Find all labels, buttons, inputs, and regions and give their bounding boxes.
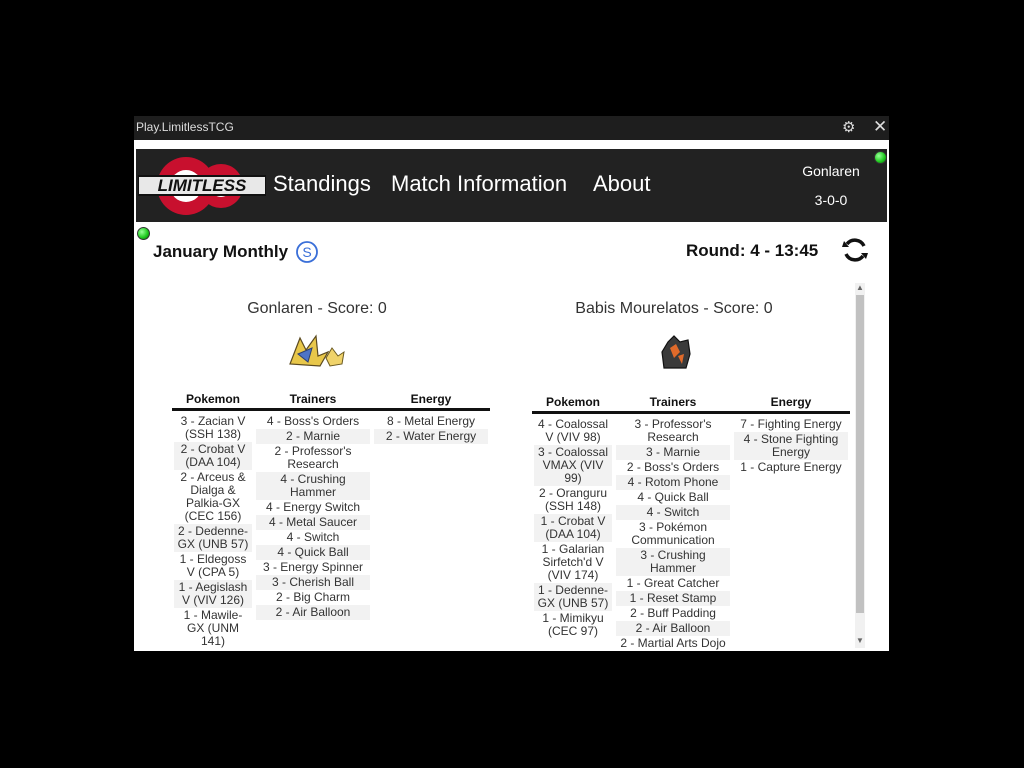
nav-match-information[interactable]: Match Information xyxy=(391,171,567,197)
user-record: 3-0-0 xyxy=(814,192,848,208)
trainers-list: 4 - Boss's Orders 2 - Marnie 2 - Professor… xyxy=(254,414,372,620)
decklist-card-row: 2 - Professor's Research xyxy=(274,444,352,471)
decklist-card-row: 2 - Water Energy xyxy=(374,429,488,444)
decklist-card-row: 2 - Dedenne-GX (UNB 57) xyxy=(174,524,252,552)
decklist-card-row: 4 - Metal Saucer xyxy=(256,515,370,530)
decklist-card-row: 1 - Dedenne-GX (UNB 57) xyxy=(534,583,612,611)
energy-list: 8 - Metal Energy 2 - Water Energy xyxy=(372,414,490,444)
decklist-card-row: 4 - Quick Ball xyxy=(256,545,370,560)
decklist-card-row: 1 - Mimikyu (CEC 97) xyxy=(542,611,604,638)
decklist-card-row: 2 - Marnie xyxy=(256,429,370,444)
decklist-card-row: 2 - Oranguru (SSH 148) xyxy=(538,486,608,513)
decklist-card-row: 4 - Crushing Hammer xyxy=(256,472,370,500)
decklist-card-row: 4 - Stone Fighting Energy xyxy=(734,432,848,460)
decklist-card-row: 1 - Capture Energy xyxy=(740,460,842,474)
trainers-header: Trainers xyxy=(614,393,732,414)
swiss-format-icon: S xyxy=(296,241,318,263)
scrollbar-thumb[interactable] xyxy=(856,295,864,613)
gear-icon[interactable]: ⚙ xyxy=(842,118,855,136)
decklist-card-row: 1 - Galarian Sirfetch'd V (VIV 174) xyxy=(541,542,605,582)
online-status-indicator xyxy=(874,151,887,164)
site-header: LIMITLESS Standings Match Information Ab… xyxy=(136,149,887,222)
decklist-card-row: 4 - Coalossal V (VIV 98) xyxy=(537,417,609,444)
decklist-card-row: 4 - Switch xyxy=(616,505,730,520)
energy-list: 7 - Fighting Energy 4 - Stone Fighting En… xyxy=(732,417,850,475)
decklist-card-row: 3 - Professor's Research xyxy=(634,417,712,444)
decklist-card-row: 1 - Aegislash V (VIV 126) xyxy=(174,580,252,608)
pokemon-list: 3 - Zacian V (SSH 138) 2 - Crobat V (DAA … xyxy=(172,414,254,649)
decklist-card-row: 4 - Quick Ball xyxy=(637,490,709,504)
decklist-card-row: 3 - Cherish Ball xyxy=(256,575,370,590)
svg-text:S: S xyxy=(302,244,311,260)
svg-text:LIMITLESS: LIMITLESS xyxy=(158,176,247,195)
title-strip xyxy=(134,140,889,144)
pokemon-header: Pokemon xyxy=(532,393,614,414)
close-icon[interactable]: ✕ xyxy=(873,117,887,137)
scroll-down-arrow-icon[interactable]: ▼ xyxy=(856,636,864,645)
player-2-deck-icon xyxy=(661,335,691,369)
tournament-name: January Monthly xyxy=(153,242,289,261)
refresh-icon[interactable] xyxy=(840,235,870,265)
decklist-card-row: 4 - Rotom Phone xyxy=(616,475,730,490)
connection-status-indicator xyxy=(137,227,150,240)
decklist-card-row: 3 - Crushing Hammer xyxy=(616,548,730,576)
decklist-card-row: 3 - Zacian V (SSH 138) xyxy=(180,414,246,441)
player-2-decklist: Pokemon 4 - Coalossal V (VIV 98) 3 - Coal… xyxy=(532,393,850,651)
user-name: Gonlaren xyxy=(802,163,860,179)
decklist-card-row: 2 - Arceus & Dialga & Palkia-GX (CEC 156… xyxy=(180,470,246,523)
decklist-card-row: 1 - Crobat V (DAA 104) xyxy=(534,514,612,542)
decklist-card-row: 8 - Metal Energy xyxy=(386,414,476,428)
decklist-card-row: 1 - Reset Stamp xyxy=(616,591,730,606)
decklist-card-row: 2 - Martial Arts Dojo xyxy=(620,636,726,650)
decklist-card-row: 2 - Buff Padding xyxy=(630,606,716,620)
decklist-card-row: 1 - Eldegoss V (CPA 5) xyxy=(179,552,247,579)
limitless-logo[interactable]: LIMITLESS xyxy=(138,155,266,217)
trainers-list: 3 - Professor's Research 3 - Marnie 2 - Bo… xyxy=(614,417,732,651)
decklist-card-row: 1 - Mawile-GX (UNM 141) xyxy=(183,608,243,648)
round-timer: Round: 4 - 13:45 xyxy=(686,241,819,260)
decklist-card-row: 3 - Energy Spinner xyxy=(262,560,364,574)
decklist-card-row: 2 - Big Charm xyxy=(275,590,351,604)
player-1-decklist: Pokemon 3 - Zacian V (SSH 138) 2 - Crobat… xyxy=(172,390,490,649)
decklist-card-row: 4 - Boss's Orders xyxy=(266,414,360,428)
player-2-score: Babis Mourelatos - Score: 0 xyxy=(575,300,773,317)
nav-about[interactable]: About xyxy=(593,171,651,197)
pokemon-list: 4 - Coalossal V (VIV 98) 3 - Coalossal VM… xyxy=(532,417,614,639)
decklist-card-row: 2 - Boss's Orders xyxy=(626,460,720,474)
decklist-card-row: 2 - Crobat V (DAA 104) xyxy=(174,442,252,470)
decklist-card-row: 4 - Switch xyxy=(286,530,340,544)
decklist-card-row: 3 - Marnie xyxy=(616,445,730,460)
player-1-deck-icon xyxy=(289,334,345,367)
trainers-header: Trainers xyxy=(254,390,372,411)
player-1-score: Gonlaren - Score: 0 xyxy=(247,300,387,317)
scroll-up-arrow-icon[interactable]: ▲ xyxy=(856,283,864,292)
nav-standings[interactable]: Standings xyxy=(273,171,371,197)
title-bar: Play.LimitlessTCG ⚙ ✕ xyxy=(134,116,889,140)
decklist-card-row: 7 - Fighting Energy xyxy=(740,417,842,431)
pokemon-header: Pokemon xyxy=(172,390,254,411)
decklist-card-row: 3 - Pokémon Communication xyxy=(631,520,715,547)
decklist-card-row: 2 - Air Balloon xyxy=(256,605,370,620)
decklist-card-row: 3 - Coalossal VMAX (VIV 99) xyxy=(534,445,612,486)
window-title: Play.LimitlessTCG xyxy=(136,120,234,134)
decklist-card-row: 2 - Air Balloon xyxy=(616,621,730,636)
decklist-card-row: 4 - Energy Switch xyxy=(265,500,361,514)
energy-header: Energy xyxy=(372,390,490,411)
app-window: Play.LimitlessTCG ⚙ ✕ LIMITLESS Standing… xyxy=(134,116,889,651)
energy-header: Energy xyxy=(732,393,850,414)
scrollbar[interactable]: ▲ ▼ xyxy=(855,283,865,648)
decklist-card-row: 1 - Great Catcher xyxy=(626,576,720,590)
